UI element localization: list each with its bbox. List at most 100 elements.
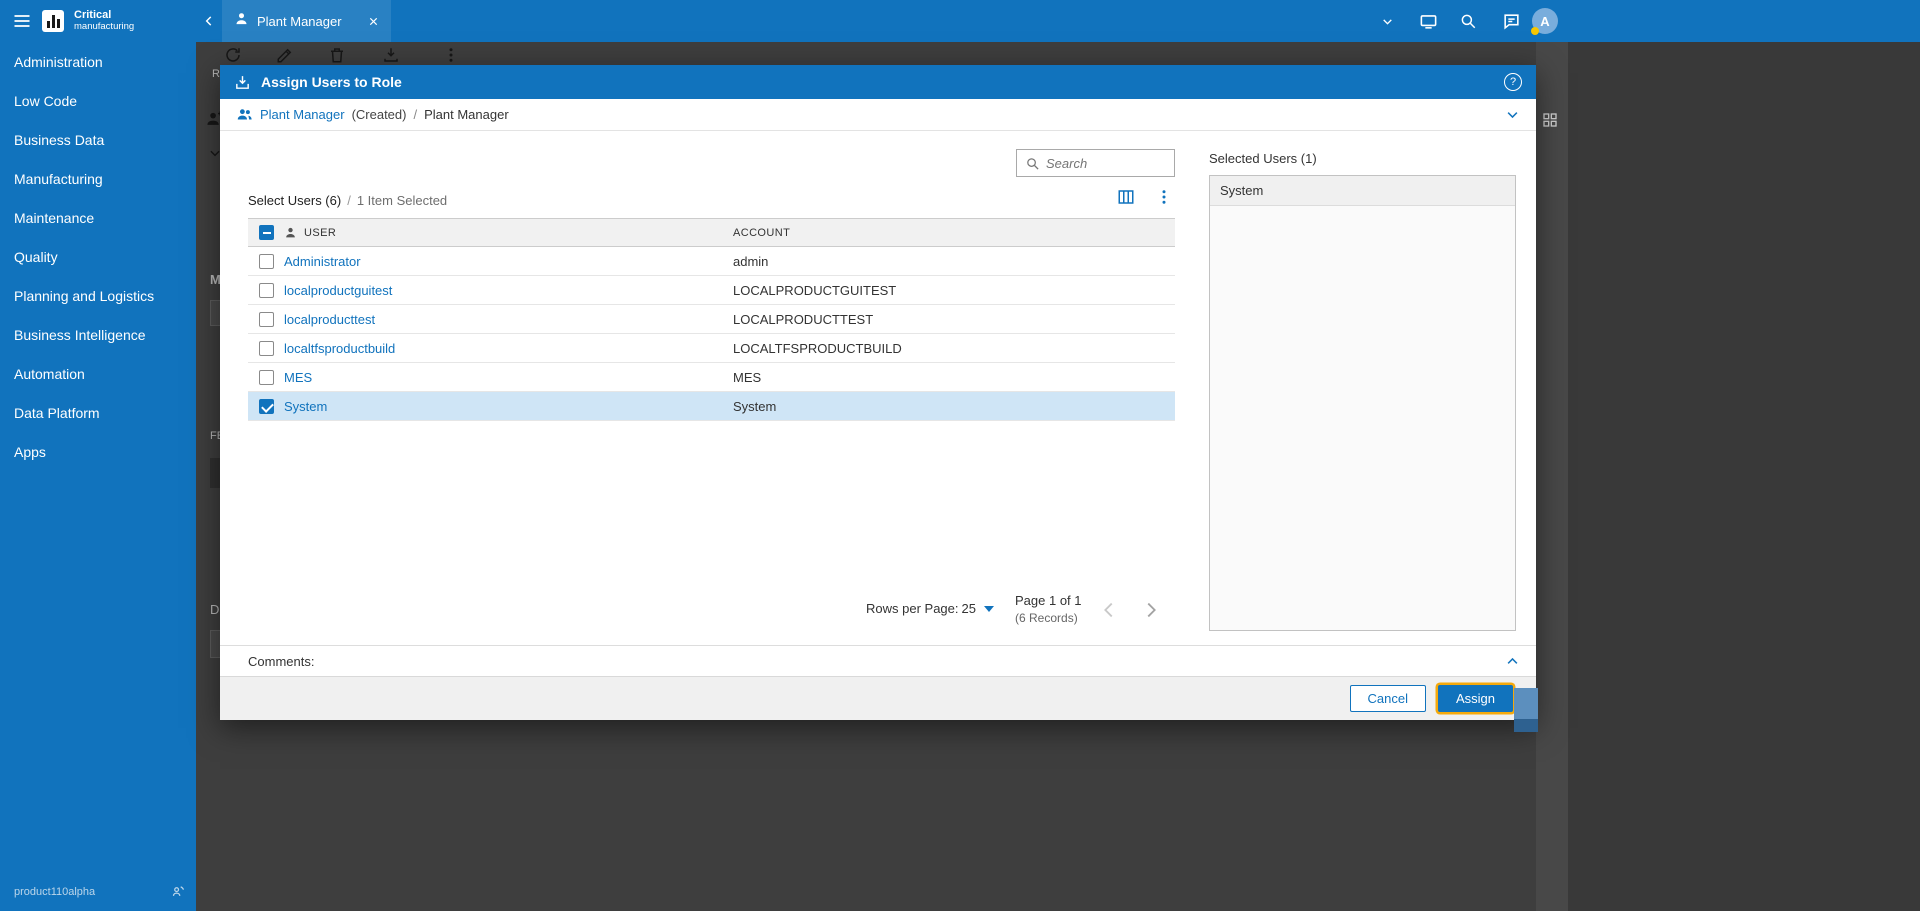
- environment-version-label: product110alpha: [14, 886, 95, 898]
- row-checkbox[interactable]: [259, 399, 274, 414]
- user-link[interactable]: MES: [284, 370, 312, 385]
- comments-section: Comments:: [220, 645, 1536, 676]
- tab-strip: Plant Manager: [196, 0, 391, 42]
- breadcrumb-separator: /: [413, 107, 417, 122]
- dialog-title: Assign Users to Role: [261, 74, 402, 90]
- user-tab-icon: [234, 11, 249, 31]
- user-signal-icon[interactable]: [171, 884, 186, 899]
- table-row[interactable]: localproductguitest LOCALPRODUCTGUITEST: [248, 276, 1175, 305]
- page-info: Page 1 of 1 (6 Records): [1015, 593, 1082, 625]
- rows-per-page-caret-icon[interactable]: [984, 606, 994, 612]
- user-column-icon: [284, 226, 297, 239]
- sidebar: Critical manufacturing Administration Lo…: [0, 0, 196, 911]
- select-all-checkbox[interactable]: [259, 225, 274, 240]
- sidebar-item-manufacturing[interactable]: Manufacturing: [0, 159, 196, 198]
- dimmed-right-area: [1568, 42, 1920, 911]
- hamburger-menu-icon[interactable]: [12, 11, 32, 31]
- rows-per-page[interactable]: Rows per Page:25: [866, 601, 994, 616]
- account-column-header[interactable]: ACCOUNT: [733, 227, 1175, 239]
- status-dot: [1531, 27, 1539, 35]
- assign-users-dialog: Assign Users to Role ? Plant Manager (Cr…: [220, 65, 1536, 720]
- user-column-header[interactable]: USER: [284, 226, 733, 239]
- search-box: [1016, 149, 1175, 177]
- search-icon[interactable]: [1456, 0, 1480, 42]
- top-bar: Plant Manager A: [0, 0, 1920, 42]
- user-link[interactable]: localproductguitest: [284, 283, 392, 298]
- sidebar-item-maintenance[interactable]: Maintenance: [0, 198, 196, 237]
- table-row[interactable]: Administrator admin: [248, 247, 1175, 276]
- row-checkbox[interactable]: [259, 254, 274, 269]
- sidebar-item-data-platform[interactable]: Data Platform: [0, 393, 196, 432]
- select-users-label: Select Users (6): [248, 193, 341, 208]
- cancel-button[interactable]: Cancel: [1350, 685, 1426, 712]
- users-group-icon: [236, 106, 253, 123]
- tab-scroll-left-icon[interactable]: [196, 0, 222, 42]
- chevron-down-icon[interactable]: [1376, 0, 1398, 42]
- records-label: (6 Records): [1015, 611, 1082, 625]
- table-row-selected[interactable]: System System: [248, 392, 1175, 421]
- sidebar-item-quality[interactable]: Quality: [0, 237, 196, 276]
- user-link[interactable]: Administrator: [284, 254, 361, 269]
- previous-page-icon[interactable]: [1098, 599, 1120, 626]
- avatar[interactable]: A: [1532, 8, 1558, 34]
- user-link[interactable]: System: [284, 399, 327, 414]
- dialog-header: Assign Users to Role ?: [220, 65, 1536, 99]
- dimmed-floating-button: [1514, 688, 1538, 732]
- grid-view-icon: [1542, 112, 1558, 133]
- account-cell: LOCALPRODUCTTEST: [733, 312, 1175, 327]
- sidebar-nav: Administration Low Code Business Data Ma…: [0, 42, 196, 471]
- account-cell: System: [733, 399, 1175, 414]
- sidebar-header: Critical manufacturing: [0, 0, 196, 42]
- selected-user-item[interactable]: System: [1210, 176, 1515, 206]
- sidebar-footer: product110alpha: [14, 884, 186, 899]
- assign-button[interactable]: Assign: [1438, 685, 1513, 712]
- rows-per-page-label: Rows per Page:: [866, 601, 959, 616]
- critical-manufacturing-logo-icon: [42, 10, 64, 32]
- sidebar-item-business-data[interactable]: Business Data: [0, 120, 196, 159]
- column-settings-icon[interactable]: [1117, 188, 1135, 206]
- table-row[interactable]: localtfsproductbuild LOCALTFSPRODUCTBUIL…: [248, 334, 1175, 363]
- table-row[interactable]: MES MES: [248, 363, 1175, 392]
- field-label-fragment: D: [210, 602, 219, 617]
- table-menu-kebab-icon[interactable]: [1155, 188, 1173, 206]
- help-icon[interactable]: ?: [1504, 73, 1522, 91]
- table-row[interactable]: localproducttest LOCALPRODUCTTEST: [248, 305, 1175, 334]
- table-header-row: USER ACCOUNT: [248, 218, 1175, 247]
- user-link[interactable]: localproducttest: [284, 312, 375, 327]
- rows-per-page-value: 25: [962, 601, 976, 616]
- sidebar-item-planning-and-logistics[interactable]: Planning and Logistics: [0, 276, 196, 315]
- row-checkbox[interactable]: [259, 370, 274, 385]
- tab-plant-manager[interactable]: Plant Manager: [222, 0, 391, 42]
- row-checkbox[interactable]: [259, 341, 274, 356]
- user-link[interactable]: localtfsproductbuild: [284, 341, 395, 356]
- help-glyph: ?: [1510, 76, 1516, 88]
- row-checkbox[interactable]: [259, 283, 274, 298]
- search-input[interactable]: [1046, 156, 1166, 171]
- page-label: Page 1 of 1: [1015, 593, 1082, 608]
- sidebar-item-administration[interactable]: Administration: [0, 42, 196, 81]
- users-table: USER ACCOUNT Administrator admin localpr…: [248, 218, 1175, 421]
- account-cell: MES: [733, 370, 1175, 385]
- account-cell: LOCALPRODUCTGUITEST: [733, 283, 1175, 298]
- messages-icon[interactable]: [1499, 0, 1523, 42]
- table-tools: [1117, 188, 1173, 206]
- display-icon[interactable]: [1416, 0, 1440, 42]
- dimmed-right-strip: [1536, 42, 1568, 911]
- breadcrumb-state: (Created): [352, 107, 407, 122]
- breadcrumb-collapse-chevron-icon[interactable]: [1505, 107, 1520, 122]
- breadcrumb-entity-link[interactable]: Plant Manager: [260, 107, 345, 122]
- items-selected-label: 1 Item Selected: [357, 193, 447, 208]
- account-cell: LOCALTFSPRODUCTBUILD: [733, 341, 1175, 356]
- next-page-icon[interactable]: [1140, 599, 1162, 626]
- breadcrumb-current: Plant Manager: [424, 107, 509, 122]
- tab-close-icon[interactable]: [368, 16, 379, 27]
- sidebar-item-apps[interactable]: Apps: [0, 432, 196, 471]
- row-checkbox[interactable]: [259, 312, 274, 327]
- comments-collapse-chevron-icon[interactable]: [1505, 654, 1520, 669]
- account-cell: admin: [733, 254, 1175, 269]
- sidebar-item-low-code[interactable]: Low Code: [0, 81, 196, 120]
- sidebar-item-business-intelligence[interactable]: Business Intelligence: [0, 315, 196, 354]
- selected-users-panel: System: [1209, 175, 1516, 631]
- sidebar-item-automation[interactable]: Automation: [0, 354, 196, 393]
- selected-users-title: Selected Users (1): [1209, 151, 1317, 166]
